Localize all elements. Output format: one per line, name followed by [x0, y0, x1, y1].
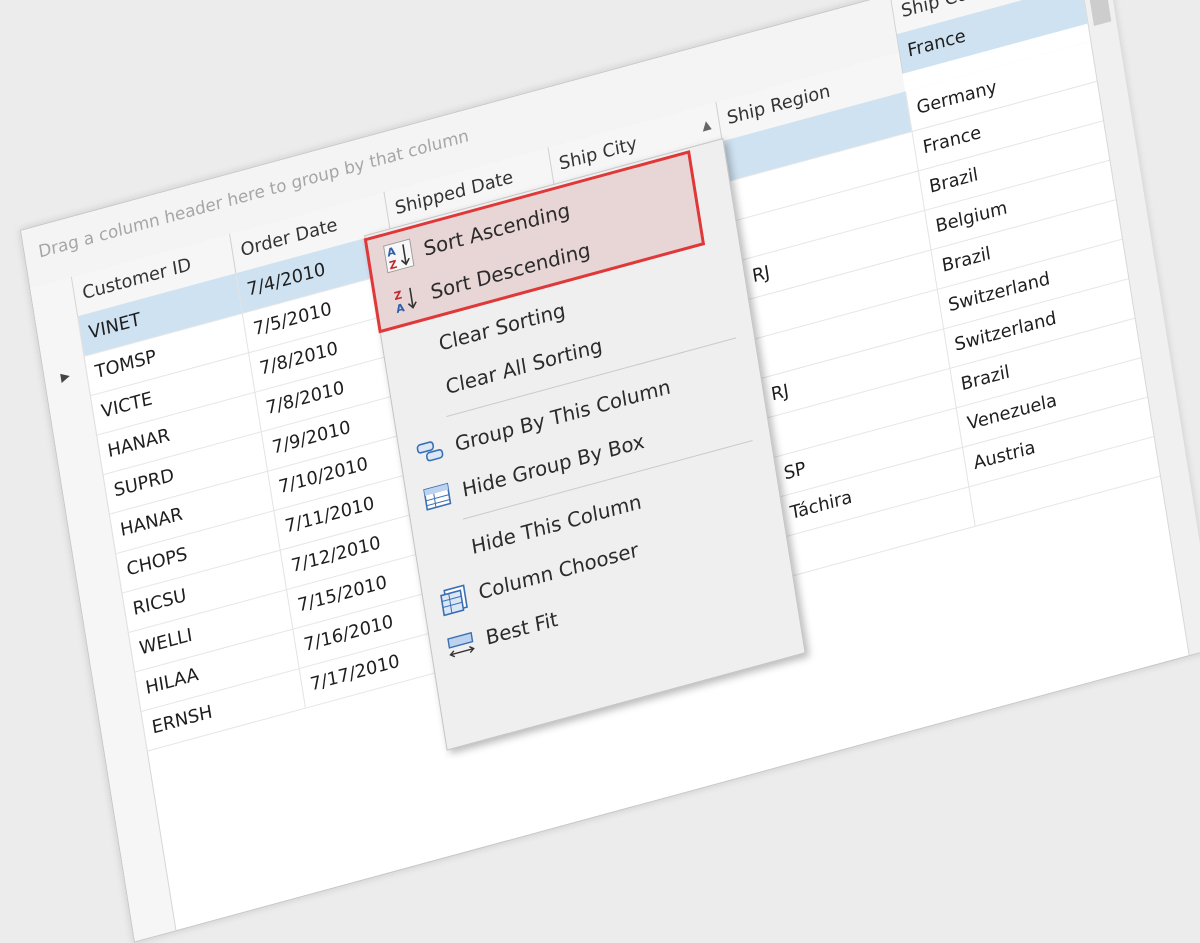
sort-up-icon: ▲ [700, 116, 712, 134]
column-chooser-icon [438, 582, 469, 617]
best-fit-icon [445, 627, 476, 662]
menu-item-label: Best Fit [484, 606, 560, 650]
focused-row-indicator-icon: ▶ [59, 368, 71, 385]
sort-za-icon: Z A [390, 282, 421, 317]
data-grid-scene: Ship Country France Drag a column header… [20, 0, 1200, 943]
sort-az-icon: A Z [383, 238, 415, 274]
group-by-icon [414, 434, 445, 469]
group-box-icon [422, 479, 453, 514]
scrollbar-thumb[interactable] [1084, 0, 1112, 26]
svg-text:A: A [395, 301, 406, 316]
data-grid: Ship Country France Drag a column header… [20, 0, 1200, 943]
